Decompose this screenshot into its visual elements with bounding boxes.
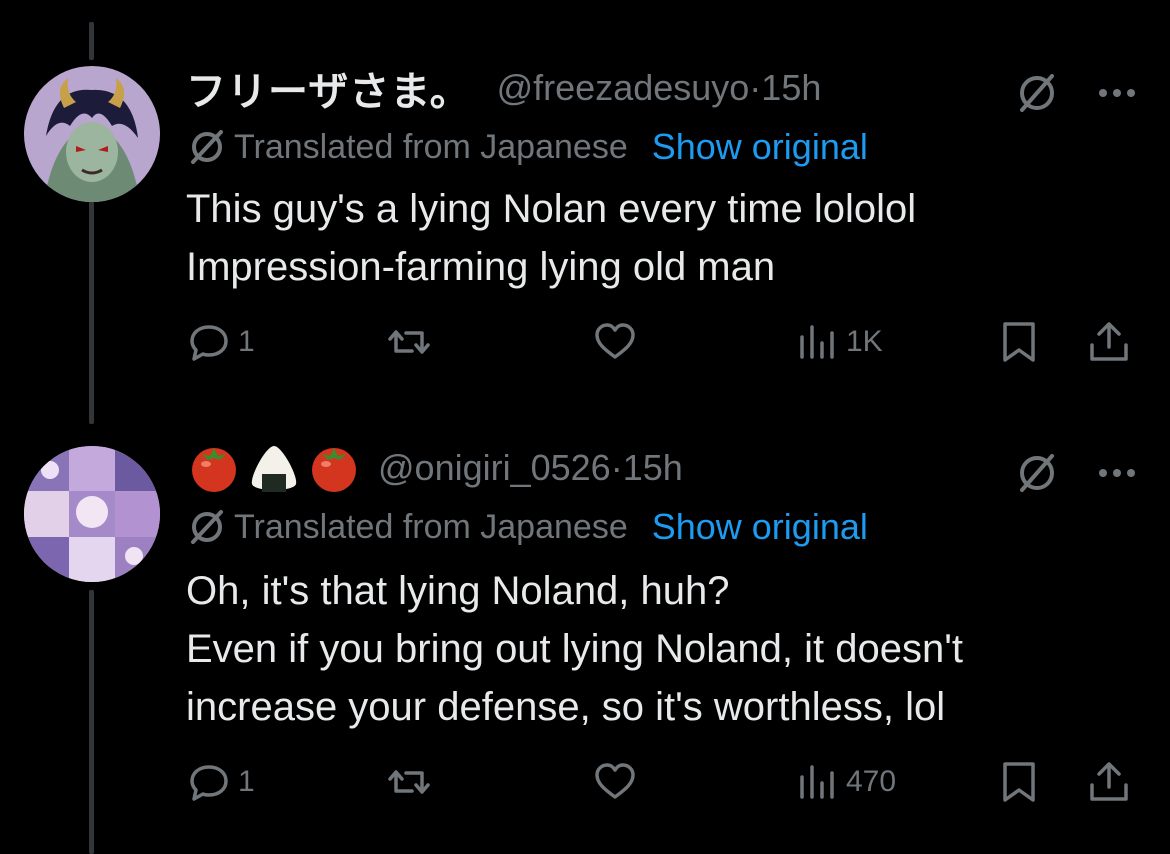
translated-label: Translated from Japanese (234, 127, 628, 166)
display-name[interactable]: フリーザさま。 (186, 59, 471, 117)
bookmark-icon (1003, 762, 1035, 802)
like-icon (595, 763, 635, 799)
separator: · (749, 67, 762, 108)
like-button[interactable] (592, 312, 644, 372)
show-original-link[interactable]: Show original (652, 126, 868, 168)
translation-bar: Translated from Japanese Show original (186, 502, 868, 552)
reply-button[interactable]: 1 (186, 312, 255, 372)
share-icon (1090, 762, 1128, 801)
handle[interactable]: @onigiri_0526 (378, 447, 611, 488)
like-icon (595, 323, 635, 359)
repost-icon (388, 330, 430, 354)
handle[interactable]: @freezadesuyo (497, 67, 750, 108)
share-button[interactable] (1086, 312, 1132, 372)
post-header: @onigiri_0526·15h (186, 440, 683, 496)
show-original-link[interactable]: Show original (652, 506, 868, 548)
tomato-icon (312, 448, 356, 492)
post[interactable]: フリーザさま。 @freezadesuyo·15h Translated fro… (0, 58, 1170, 438)
more-icon[interactable] (1094, 456, 1140, 490)
bookmark-button[interactable] (996, 752, 1042, 812)
repost-button[interactable] (386, 752, 438, 812)
avatar[interactable] (24, 446, 160, 582)
translated-label: Translated from Japanese (234, 507, 628, 546)
share-button[interactable] (1086, 752, 1132, 812)
grok-icon[interactable] (1014, 70, 1060, 116)
repost-icon (388, 770, 430, 794)
translation-bar: Translated from Japanese Show original (186, 122, 868, 172)
post-text-line: increase your defense, so it's worthless… (186, 685, 946, 729)
handle-time: @freezadesuyo·15h (497, 67, 822, 109)
separator: · (610, 447, 623, 488)
post-text: This guy's a lying Nolan every time lolo… (186, 180, 916, 296)
bookmark-icon (1003, 322, 1035, 362)
timestamp[interactable]: 15h (761, 67, 821, 108)
post-text: Oh, it's that lying Noland, huh? Even if… (186, 562, 963, 736)
views-button[interactable]: 1K (794, 312, 883, 372)
share-icon (1090, 322, 1128, 361)
translate-icon (191, 510, 223, 544)
reply-thread: フリーザさま。 @freezadesuyo·15h Translated fro… (0, 0, 1170, 854)
timestamp[interactable]: 15h (623, 447, 683, 488)
views-icon (800, 765, 834, 799)
avatar[interactable] (24, 66, 160, 202)
post-text-line: Oh, it's that lying Noland, huh? (186, 569, 730, 613)
repost-button[interactable] (386, 312, 438, 372)
bookmark-button[interactable] (996, 312, 1042, 372)
reply-count: 1 (238, 325, 255, 358)
views-count: 1K (846, 325, 883, 358)
reply-icon (190, 765, 228, 801)
thread-line (89, 22, 94, 60)
views-icon (800, 325, 834, 359)
handle-time: @onigiri_0526·15h (378, 447, 683, 489)
post-text-line: Even if you bring out lying Noland, it d… (186, 627, 963, 671)
views-count: 470 (846, 765, 897, 798)
reply-count: 1 (238, 765, 255, 798)
post-text-line: Impression-farming lying old man (186, 245, 776, 289)
tomato-icon (192, 448, 236, 492)
views-button[interactable]: 470 (794, 752, 896, 812)
translate-icon (191, 130, 223, 164)
reply-button[interactable]: 1 (186, 752, 255, 812)
like-button[interactable] (592, 752, 644, 812)
reply-icon (190, 325, 228, 361)
grok-icon[interactable] (1014, 450, 1060, 496)
action-bar: 1 470 (0, 752, 1170, 812)
post[interactable]: @onigiri_0526·15h Translated from Japane… (0, 438, 1170, 854)
display-name[interactable] (186, 442, 362, 494)
post-header: フリーザさま。 @freezadesuyo·15h (186, 60, 821, 116)
action-bar: 1 1K (0, 312, 1170, 372)
rice-ball-icon (251, 446, 297, 492)
post-text-line: This guy's a lying Nolan every time lolo… (186, 187, 917, 231)
more-icon[interactable] (1094, 76, 1140, 110)
